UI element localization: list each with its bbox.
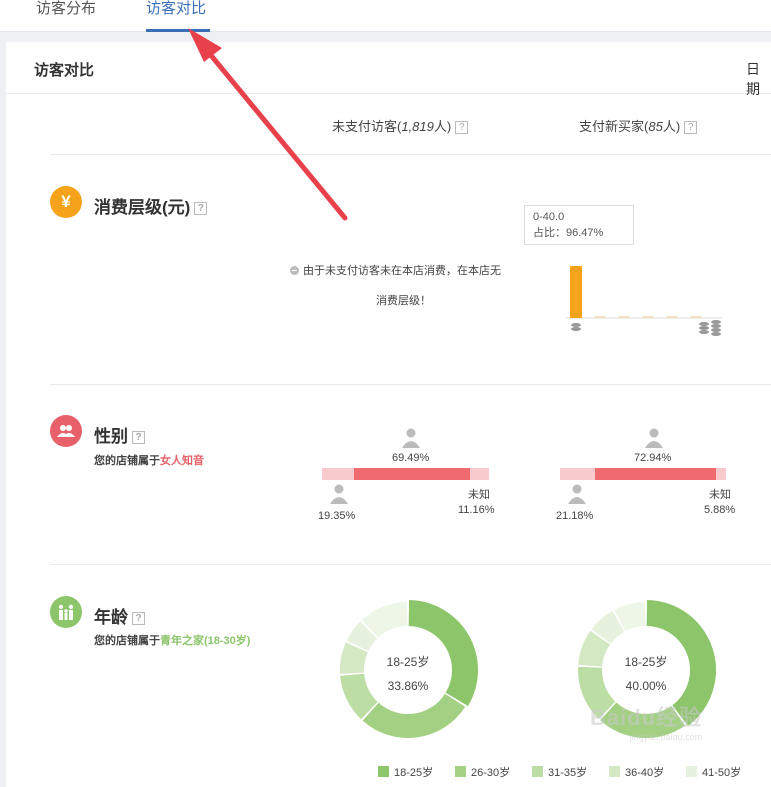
legend-swatch: [378, 766, 389, 777]
desc-prefix: 您的店铺属于: [94, 455, 160, 467]
female-person-icon: [645, 428, 663, 448]
male-person-icon: [568, 484, 586, 504]
legend-item[interactable]: 31-35岁: [532, 764, 587, 780]
unknown-percentage: 5.88%: [704, 504, 736, 516]
unpaid-count: 1,819: [401, 119, 434, 134]
legend-swatch: [455, 766, 466, 777]
legend-swatch: [609, 766, 620, 777]
legend-label: 31-35岁: [548, 767, 588, 779]
spending-title-text: 消费层级(元): [94, 198, 191, 217]
baidu-watermark: Baidu经验 jingyan.baidu.com: [590, 700, 702, 742]
note-line-1: 由于未支付访客未在本店消费，在本店无: [303, 265, 501, 277]
female-percentage: 72.94%: [634, 452, 672, 464]
age-title: 年龄?: [94, 603, 145, 628]
female-bar-fill: [595, 468, 717, 480]
users-icon: [50, 415, 82, 447]
divider: [50, 564, 771, 565]
unknown-label: 未知: [468, 489, 490, 501]
help-icon[interactable]: ?: [194, 202, 208, 216]
paid-count: 85: [648, 119, 663, 134]
unknown-percentage: 11.16%: [458, 504, 495, 516]
divider: [50, 384, 771, 385]
donut-slice[interactable]: [362, 693, 466, 738]
watermark-sub: jingyan.baidu.com: [629, 732, 703, 742]
minus-circle-icon: [290, 266, 299, 275]
spending-bar[interactable]: [666, 316, 678, 318]
legend-label: 41-50岁: [702, 767, 742, 779]
help-icon[interactable]: ?: [684, 121, 698, 135]
divider: [50, 154, 771, 155]
legend-item[interactable]: 18-25岁: [378, 764, 433, 780]
center-value: 33.86%: [387, 679, 429, 693]
unknown-label: 未知: [709, 489, 731, 501]
male-person-icon: [330, 484, 348, 504]
chart-tooltip: 0-40.0 占比：96.47%: [524, 205, 634, 245]
age-description: 您的店铺属于青年之家(18-30岁): [94, 630, 254, 652]
help-icon[interactable]: ?: [455, 121, 469, 135]
paid-suffix: 人): [662, 119, 681, 134]
female-person-icon: [402, 428, 420, 448]
gender-ratio-bar[interactable]: [322, 468, 489, 480]
spending-bar[interactable]: [618, 316, 630, 318]
gender-ratio-bar[interactable]: [560, 468, 726, 480]
legend-swatch: [686, 766, 697, 777]
tab-visitor-comparison[interactable]: 访客对比: [146, 0, 206, 18]
help-icon[interactable]: ?: [132, 612, 145, 626]
gender-title: 性别?: [94, 422, 145, 447]
center-category: 18-25岁: [386, 655, 430, 669]
spending-level-title: 消费层级(元)?: [94, 193, 208, 218]
card-header: 访客对比 日期: [6, 42, 771, 97]
female-percentage: 69.49%: [392, 452, 430, 464]
comparison-card: 访客对比 日期 未支付访客(1,819人)? 支付新买家(85人)? ¥ 消费层…: [6, 42, 771, 787]
paid-buyers-header: 支付新买家(85人)?: [579, 116, 698, 135]
legend-swatch: [532, 766, 543, 777]
tab-visitor-distribution[interactable]: 访客分布: [36, 0, 96, 18]
spending-bar[interactable]: [570, 266, 582, 318]
spending-bar[interactable]: [642, 316, 654, 318]
date-selector[interactable]: 日期: [746, 59, 771, 99]
unpaid-suffix: 人): [433, 119, 452, 134]
center-category: 18-25岁: [624, 655, 668, 669]
active-tab-indicator: [146, 29, 210, 32]
legend-label: 26-30岁: [471, 767, 511, 779]
family-icon: [50, 596, 82, 628]
legend-item[interactable]: 36-40岁: [609, 764, 664, 780]
yen-icon: ¥: [50, 186, 82, 218]
tooltip-ratio: 占比：96.47%: [533, 227, 604, 239]
legend-label: 36-40岁: [625, 767, 665, 779]
paid-prefix: 支付新买家(: [579, 119, 649, 134]
help-icon[interactable]: ?: [132, 431, 145, 445]
gender-type-badge: 女人知音: [160, 455, 204, 467]
no-spending-note: 由于未支付访客未在本店消费，在本店无 消费层级！: [290, 256, 501, 316]
note-line-2: 消费层级！: [376, 295, 431, 307]
card-title: 访客对比: [34, 62, 95, 79]
desc-prefix: 您的店铺属于: [94, 635, 160, 647]
coin-stack-icon: [699, 320, 721, 336]
legend-label: 18-25岁: [394, 767, 434, 779]
legend-item[interactable]: 41-50岁: [686, 764, 741, 780]
legend-item[interactable]: 26-30岁: [455, 764, 510, 780]
age-title-text: 年龄: [94, 608, 128, 627]
spending-bar[interactable]: [690, 316, 702, 318]
donut-center-label: 18-25岁 40.00%: [606, 650, 686, 698]
watermark-text: Baidu经验: [590, 705, 703, 730]
spending-bar[interactable]: [594, 316, 606, 318]
donut-center-label: 18-25岁 33.86%: [368, 650, 448, 698]
unpaid-visitors-header: 未支付访客(1,819人)?: [332, 116, 469, 135]
male-percentage: 19.35%: [318, 510, 356, 522]
age-type-badge: 青年之家(18-30岁): [160, 635, 251, 647]
unpaid-prefix: 未支付访客(: [332, 119, 402, 134]
female-bar-fill: [354, 468, 471, 480]
male-percentage: 21.18%: [556, 510, 594, 522]
spending-bar-chart[interactable]: [562, 252, 732, 342]
tooltip-range: 0-40.0: [533, 211, 565, 223]
tab-bar: 访客分布 访客对比: [0, 0, 771, 32]
gender-description: 您的店铺属于女人知音: [94, 450, 204, 472]
gender-title-text: 性别: [94, 427, 128, 446]
center-value: 40.00%: [625, 679, 667, 693]
coin-small-icon: [571, 323, 581, 331]
